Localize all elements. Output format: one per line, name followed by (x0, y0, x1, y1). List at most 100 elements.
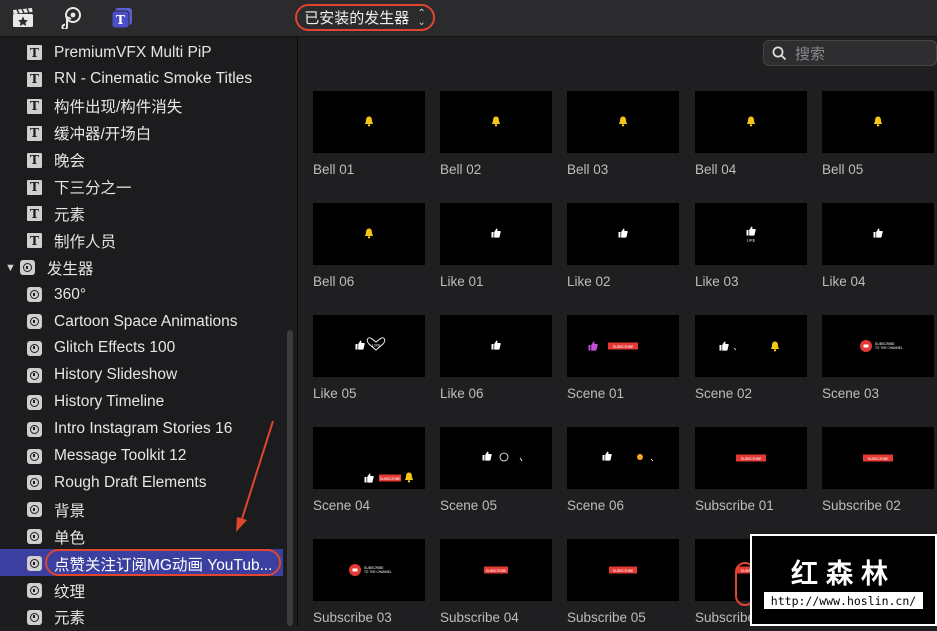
dropdown-label: 已安装的发生器 (304, 10, 410, 27)
generator-thumbnail[interactable] (822, 91, 934, 153)
thumbnail-label[interactable]: Bell 01 (313, 162, 354, 177)
thumbnail-preview-icon (618, 228, 628, 238)
sidebar-item[interactable]: Rough Draft Elements (27, 469, 207, 496)
sidebar-item-label: History Timeline (54, 393, 165, 411)
sidebar-item[interactable]: T 下三分之一 (27, 174, 132, 201)
thumbnail-label[interactable]: Subscribe 02 (822, 498, 901, 513)
generator-thumbnail[interactable]: SUBSCRIBE TO THE CHANNEL (822, 315, 934, 377)
sidebar-group-generators[interactable]: ▼ 发生器 (5, 254, 93, 281)
thumbnail-preview-icon (873, 228, 883, 238)
generator-icon (27, 609, 42, 625)
thumbnail-label[interactable]: Scene 06 (567, 498, 624, 513)
generator-thumbnail[interactable]: LIKE (313, 315, 425, 377)
sidebar-scrollbar-thumb[interactable] (287, 330, 293, 626)
thumbnail-label[interactable]: Like 05 (313, 386, 357, 401)
sidebar-item[interactable]: 360° (27, 281, 86, 308)
generator-thumbnail[interactable] (695, 91, 807, 153)
generator-thumbnail[interactable]: SUBSCRIBE (313, 427, 425, 489)
sidebar-item[interactable]: T 晚会 (27, 147, 85, 174)
generator-thumbnail[interactable] (567, 203, 679, 265)
watermark-url: http://www.hoslin.cn/ (764, 592, 923, 609)
generator-thumbnail[interactable] (313, 91, 425, 153)
thumbnail-label[interactable]: Scene 02 (695, 386, 752, 401)
sidebar-item[interactable]: T RN - Cinematic Smoke Titles (27, 66, 252, 93)
thumbnail-label[interactable]: Like 06 (440, 386, 484, 401)
sidebar-item[interactable]: Message Toolkit 12 (27, 443, 186, 470)
titles-generators-icon[interactable]: T (110, 6, 134, 30)
thumbnail-label[interactable]: Bell 02 (440, 162, 481, 177)
thumbnail-preview-icon (365, 228, 373, 239)
thumbnail-label[interactable]: Bell 04 (695, 162, 736, 177)
generator-thumbnail[interactable] (567, 427, 679, 489)
sidebar-item[interactable]: 元素 (27, 604, 85, 631)
generator-thumbnail[interactable] (695, 315, 807, 377)
thumbnail-label[interactable]: Like 01 (440, 274, 484, 289)
thumbnail-label[interactable]: Scene 03 (822, 386, 879, 401)
generator-thumbnail[interactable] (440, 315, 552, 377)
generator-thumbnail[interactable]: LIKE (695, 203, 807, 265)
sidebar-item[interactable]: 纹理 (27, 577, 85, 604)
generator-icon (27, 314, 42, 329)
generator-thumbnail[interactable]: SUBSCRIBE TO THE CHANNEL (313, 539, 425, 601)
generator-thumbnail[interactable] (440, 203, 552, 265)
sidebar-item[interactable]: 背景 (27, 496, 85, 523)
sidebar-item[interactable]: T 缓冲器/开场白 (27, 120, 151, 147)
sidebar-item[interactable]: T PremiumVFX Multi PiP (27, 39, 212, 66)
generator-thumbnail[interactable]: SUBSCRIBE (440, 539, 552, 601)
music-camera-icon[interactable] (60, 6, 84, 30)
generator-thumbnail[interactable]: SUBSCRIBE (695, 427, 807, 489)
thumbnail-label[interactable]: Like 03 (695, 274, 739, 289)
svg-text:T: T (116, 13, 125, 27)
search-field[interactable]: 搜索 (763, 40, 937, 66)
installed-generators-dropdown[interactable]: 已安装的发生器 ⌃ ⌄ (295, 4, 435, 31)
thumbnail-label[interactable]: Scene 04 (313, 498, 370, 513)
svg-text:SUBSCRIBE: SUBSCRIBE (613, 345, 634, 349)
sidebar-item[interactable]: History Slideshow (27, 362, 177, 389)
sidebar-item[interactable]: Intro Instagram Stories 16 (27, 416, 232, 443)
thumbnail-label[interactable]: Bell 05 (822, 162, 863, 177)
sidebar-item[interactable]: T 构件出现/构件消失 (27, 93, 182, 120)
sidebar-item-label: RN - Cinematic Smoke Titles (54, 70, 253, 88)
generator-icon (27, 583, 42, 598)
sidebar-item[interactable]: Glitch Effects 100 (27, 335, 175, 362)
generator-icon (27, 475, 42, 491)
generator-thumbnail[interactable] (440, 91, 552, 153)
sidebar-item[interactable]: Cartoon Space Animations (27, 308, 238, 335)
title-icon: T (27, 125, 42, 141)
thumbnail-label[interactable]: Subscribe 04 (440, 610, 519, 625)
generator-thumbnail[interactable] (822, 203, 934, 265)
thumbnail-label[interactable]: Subscribe 03 (313, 610, 392, 625)
thumbnail-preview-icon (747, 116, 755, 127)
sidebar-item-label: 下三分之一 (54, 180, 132, 197)
thumbnail-label[interactable]: Like 04 (822, 274, 866, 289)
thumbnail-label[interactable]: Subscribe 05 (567, 610, 646, 625)
generator-icon (27, 340, 42, 356)
generator-thumbnail[interactable] (313, 203, 425, 265)
thumbnail-label[interactable]: Subscribe 01 (695, 498, 774, 513)
generator-thumbnail[interactable]: SUBSCRIBE (822, 427, 934, 489)
thumbnail-label[interactable]: Bell 03 (567, 162, 608, 177)
generator-thumbnail[interactable] (567, 91, 679, 153)
sidebar-item-label: 制作人员 (54, 233, 117, 251)
disclosure-triangle-icon[interactable]: ▼ (5, 262, 16, 274)
sidebar-item-label: Intro Instagram Stories 16 (54, 420, 233, 438)
sidebar-item[interactable]: T 元素 (27, 200, 85, 227)
thumbnail-preview-icon (619, 116, 627, 127)
sidebar-item-label: Cartoon Space Animations (54, 312, 238, 330)
generator-icon (27, 448, 42, 464)
search-icon (772, 46, 787, 61)
sidebar-item[interactable]: History Timeline (27, 389, 164, 416)
thumbnail-preview-icon: SUBSCRIBE (364, 472, 413, 483)
thumbnail-label[interactable]: Like 02 (567, 274, 611, 289)
generator-thumbnail[interactable]: SUBSCRIBE (567, 315, 679, 377)
thumbnail-label[interactable]: Scene 01 (567, 386, 624, 401)
sidebar-item[interactable]: T 制作人员 (27, 227, 116, 254)
generator-thumbnail[interactable] (440, 427, 552, 489)
sidebar-item[interactable]: 单色 (27, 523, 85, 550)
thumbnail-label[interactable]: Bell 06 (313, 274, 354, 289)
sidebar-item-label: 背景 (54, 502, 86, 520)
generator-thumbnail[interactable]: SUBSCRIBE (567, 539, 679, 601)
thumbnail-label[interactable]: Scene 05 (440, 498, 497, 513)
clapperboard-star-icon[interactable] (11, 6, 35, 30)
title-icon: T (27, 45, 42, 60)
